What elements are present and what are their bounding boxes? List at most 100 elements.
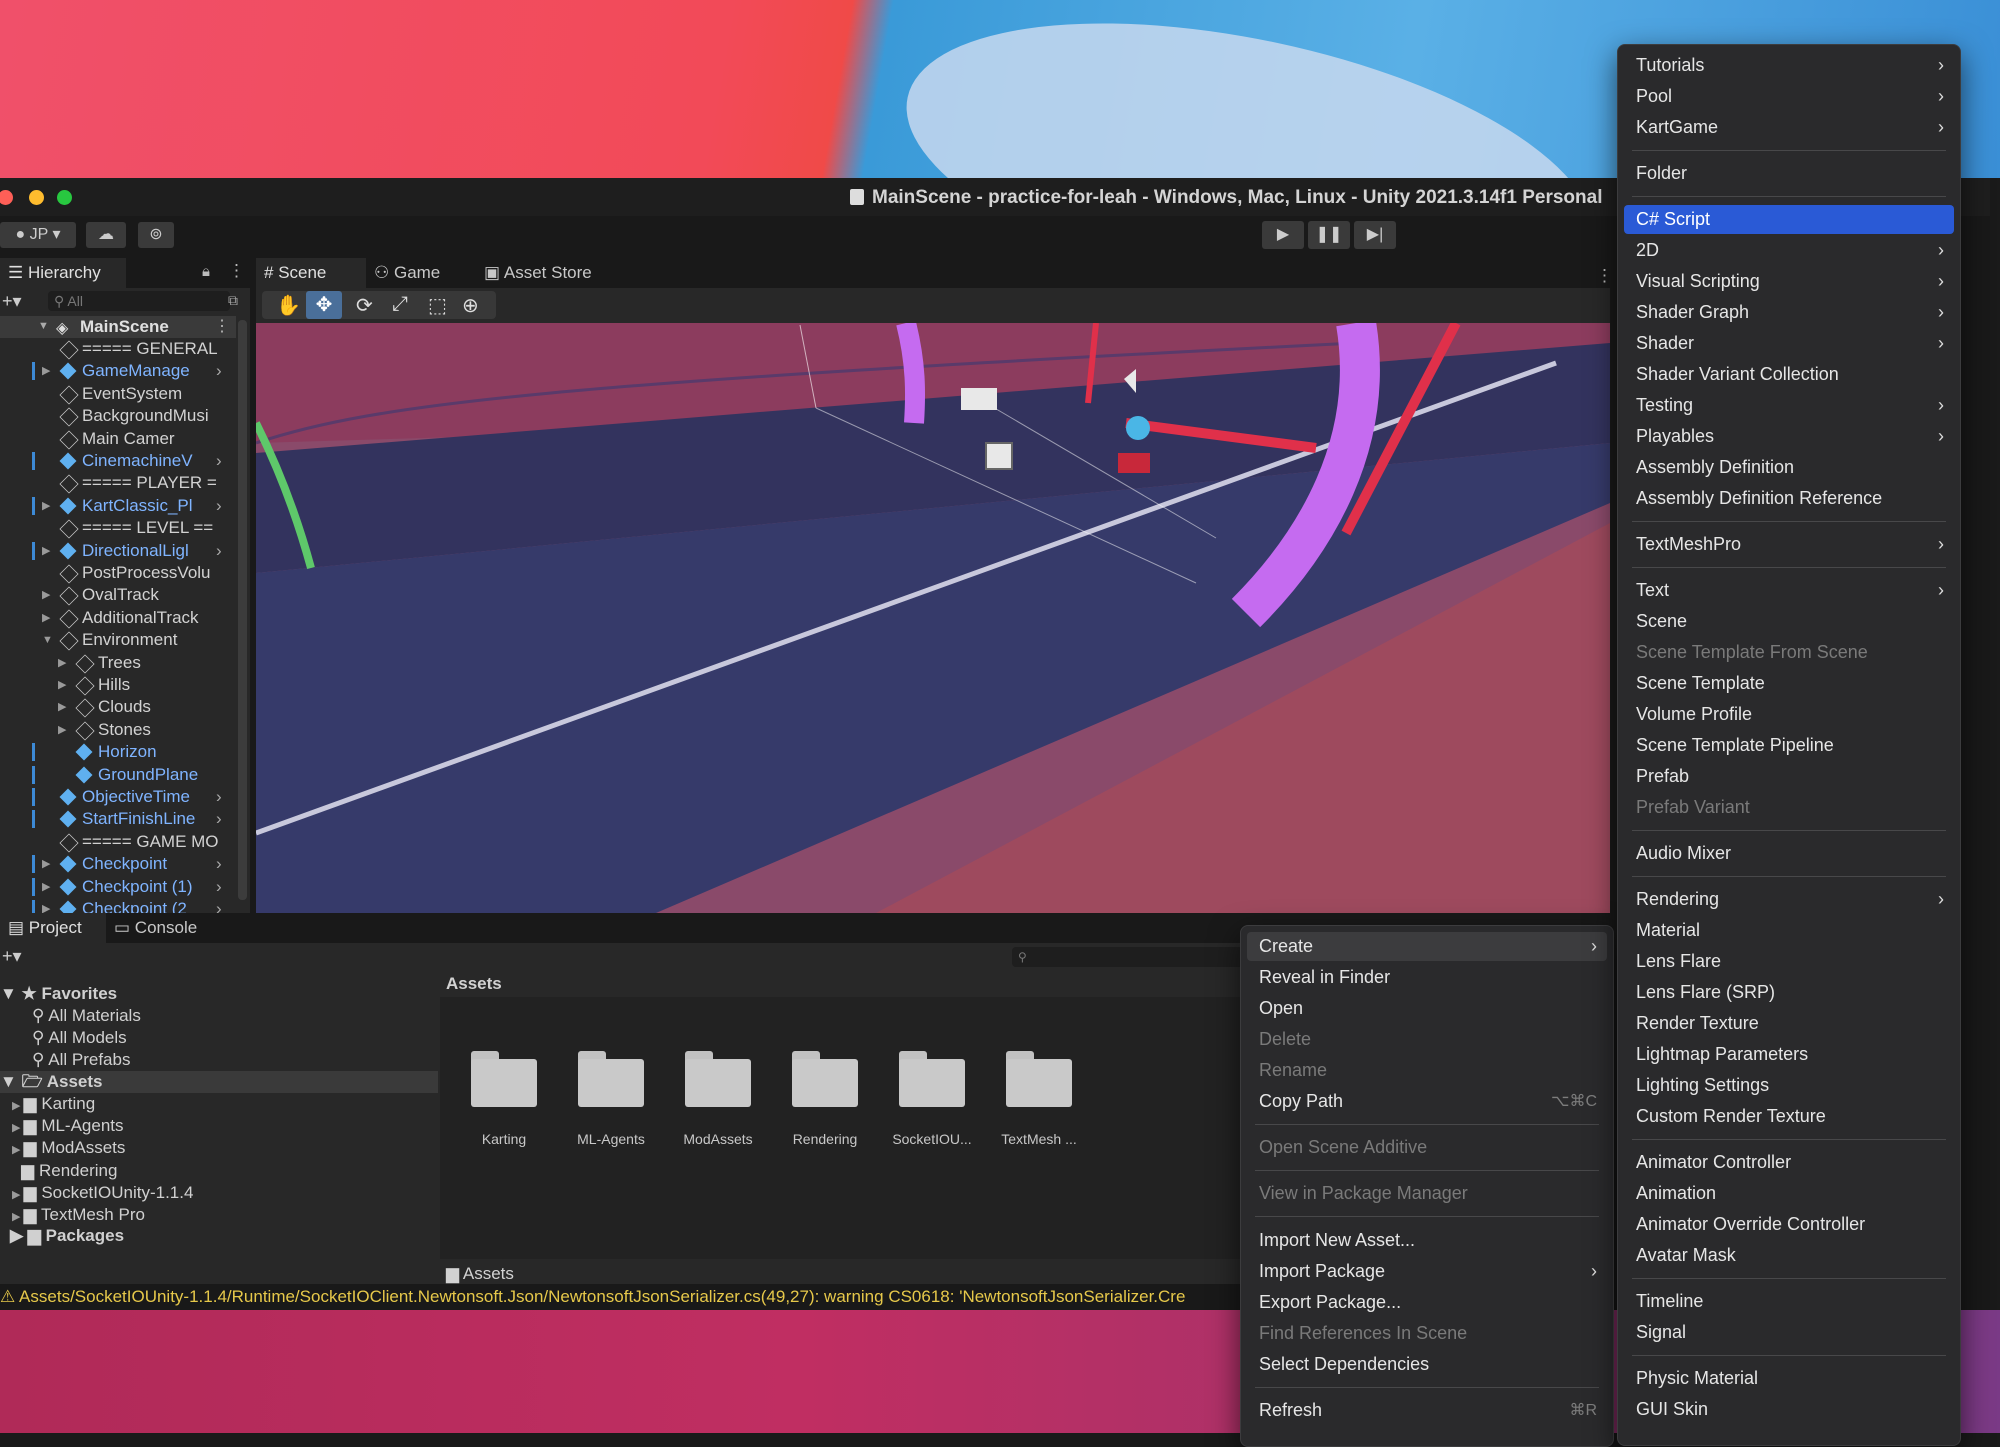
expand-arrow-icon[interactable]: ▶ xyxy=(58,719,66,741)
folder-tile[interactable]: TextMesh ... xyxy=(989,1051,1089,1147)
collapse-arrow-icon[interactable]: ▼ xyxy=(42,629,53,651)
menu-item-timeline[interactable]: Timeline xyxy=(1624,1287,1954,1316)
tab-scene[interactable]: # Scene xyxy=(256,258,366,288)
step-button[interactable]: ▶| xyxy=(1354,221,1396,249)
scene-more-icon[interactable]: ⋮ xyxy=(1596,266,1613,286)
prefab-open-chevron-icon[interactable]: › xyxy=(216,540,222,562)
prefab-open-chevron-icon[interactable]: › xyxy=(216,876,222,898)
asset-tree-folder[interactable]: ▶ ▆ ModAssets xyxy=(12,1137,125,1159)
menu-item-testing[interactable]: Testing › xyxy=(1624,391,1954,420)
menu-item-lightmap-parameters[interactable]: Lightmap Parameters xyxy=(1624,1040,1954,1069)
menu-item-tutorials[interactable]: Tutorials › xyxy=(1624,51,1954,80)
menu-item-reveal-in-finder[interactable]: Reveal in Finder xyxy=(1247,963,1607,992)
expand-arrow-icon[interactable]: ▶ xyxy=(12,1211,24,1223)
tab-console[interactable]: ▭ Console xyxy=(106,913,205,943)
hierarchy-item[interactable]: ObjectiveTime › xyxy=(0,786,235,808)
favorite-item[interactable]: ⚲ All Materials xyxy=(32,1005,141,1027)
menu-item-pool[interactable]: Pool › xyxy=(1624,82,1954,111)
menu-item-playables[interactable]: Playables › xyxy=(1624,422,1954,451)
account-dropdown[interactable]: ● JP ▾ xyxy=(0,222,76,248)
menu-item-refresh[interactable]: Refresh ⌘R xyxy=(1247,1396,1607,1425)
expand-arrow-icon[interactable]: ▶ xyxy=(58,696,66,718)
expand-arrow-icon[interactable]: ▶ xyxy=(12,1122,24,1134)
move-tool-icon[interactable]: ✥ xyxy=(306,291,342,319)
menu-item-csharp-script[interactable]: C# Script xyxy=(1624,205,1954,234)
menu-item-assembly-definition[interactable]: Assembly Definition xyxy=(1624,453,1954,482)
asset-tree-folder[interactable]: ▆ Rendering xyxy=(12,1160,117,1182)
hierarchy-item[interactable]: ▼ Environment xyxy=(0,629,235,651)
minimize-window-button[interactable] xyxy=(29,190,44,205)
menu-item-copy-path[interactable]: Copy Path ⌥⌘C xyxy=(1247,1087,1607,1116)
hierarchy-item[interactable]: ===== LEVEL == xyxy=(0,517,235,539)
expand-arrow-icon[interactable]: ▶ xyxy=(42,853,50,875)
favorite-item[interactable]: ⚲ All Models xyxy=(32,1027,127,1049)
hierarchy-item[interactable]: ▶ Checkpoint (2 › xyxy=(0,898,235,913)
prefab-open-chevron-icon[interactable]: › xyxy=(216,853,222,875)
pause-button[interactable]: ❚❚ xyxy=(1308,221,1350,249)
menu-item-physic-material[interactable]: Physic Material xyxy=(1624,1364,1954,1393)
hierarchy-item[interactable]: ▶ Stones xyxy=(0,719,235,741)
expand-arrow-icon[interactable]: ▶ xyxy=(12,1144,24,1156)
menu-item-scene-template[interactable]: Scene Template xyxy=(1624,669,1954,698)
hierarchy-item[interactable]: ▶ KartClassic_Pl › xyxy=(0,495,235,517)
menu-item-avatar-mask[interactable]: Avatar Mask xyxy=(1624,1241,1954,1270)
favorites-header[interactable]: ▼ ★ Favorites xyxy=(0,983,117,1005)
hierarchy-scrollbar[interactable] xyxy=(238,320,247,900)
folder-tile[interactable]: ML-Agents xyxy=(561,1051,661,1147)
hierarchy-item[interactable]: ▶ Checkpoint (1) › xyxy=(0,876,235,898)
menu-item-lighting-settings[interactable]: Lighting Settings xyxy=(1624,1071,1954,1100)
menu-item-select-dependencies[interactable]: Select Dependencies xyxy=(1247,1350,1607,1379)
menu-item-shader[interactable]: Shader › xyxy=(1624,329,1954,358)
hierarchy-item[interactable]: ▶ OvalTrack xyxy=(0,584,235,606)
scale-tool-icon[interactable]: ⤢ xyxy=(392,293,408,316)
asset-tree-folder[interactable]: ▶ ▆ ML-Agents xyxy=(12,1115,124,1137)
menu-item-shader-graph[interactable]: Shader Graph › xyxy=(1624,298,1954,327)
menu-item-kartgame[interactable]: KartGame › xyxy=(1624,113,1954,142)
menu-item-export-package[interactable]: Export Package... xyxy=(1247,1288,1607,1317)
menu-item-volume-profile[interactable]: Volume Profile xyxy=(1624,700,1954,729)
menu-item-lens-flare-srp[interactable]: Lens Flare (SRP) xyxy=(1624,978,1954,1007)
asset-tree-folder[interactable]: ▶ ▆ Karting xyxy=(12,1093,95,1115)
menu-item-material[interactable]: Material xyxy=(1624,916,1954,945)
hierarchy-item[interactable]: ▶ Hills xyxy=(0,674,235,696)
create-asset-button[interactable]: +▾ xyxy=(2,946,22,967)
packages-tree-root[interactable]: ▶ ▆ Packages xyxy=(10,1225,124,1247)
menu-item-animation[interactable]: Animation xyxy=(1624,1179,1954,1208)
menu-item-folder[interactable]: Folder xyxy=(1624,159,1954,188)
menu-item-animator-controller[interactable]: Animator Controller xyxy=(1624,1148,1954,1177)
hierarchy-item[interactable]: Horizon xyxy=(0,741,235,763)
more-options-icon[interactable]: ⋮ xyxy=(228,261,245,281)
prefab-open-chevron-icon[interactable]: › xyxy=(216,786,222,808)
expand-arrow-icon[interactable]: ▶ xyxy=(42,876,50,898)
tab-hierarchy[interactable]: ☰ Hierarchy xyxy=(0,258,126,288)
hierarchy-item[interactable]: GroundPlane xyxy=(0,764,235,786)
collab-icon[interactable]: ⊚ xyxy=(138,222,174,248)
play-button[interactable]: ▶ xyxy=(1262,221,1304,249)
expand-arrow-icon[interactable]: ▶ xyxy=(42,898,50,913)
hierarchy-item[interactable]: ===== PLAYER = xyxy=(0,472,235,494)
hierarchy-item[interactable]: ===== GAME MO xyxy=(0,831,235,853)
expand-arrow-icon[interactable]: ▶ xyxy=(12,1189,24,1201)
menu-item-scene-template-pipeline[interactable]: Scene Template Pipeline xyxy=(1624,731,1954,760)
menu-item-import-new-asset[interactable]: Import New Asset... xyxy=(1247,1226,1607,1255)
menu-item-custom-render-texture[interactable]: Custom Render Texture xyxy=(1624,1102,1954,1131)
menu-item-audio-mixer[interactable]: Audio Mixer xyxy=(1624,839,1954,868)
menu-item-gui-skin[interactable]: GUI Skin xyxy=(1624,1395,1954,1424)
close-window-button[interactable] xyxy=(0,190,13,205)
expand-arrow-icon[interactable]: ▶ xyxy=(42,495,50,517)
hierarchy-item[interactable]: ▶ Trees xyxy=(0,652,235,674)
hierarchy-item[interactable]: PostProcessVolu xyxy=(0,562,235,584)
folder-tile[interactable]: ModAssets xyxy=(668,1051,768,1147)
hierarchy-item[interactable]: Main Camer xyxy=(0,428,235,450)
hierarchy-item[interactable]: ▶ Clouds xyxy=(0,696,235,718)
asset-tree-folder[interactable]: ▶ ▆ SocketIOUnity-1.1.4 xyxy=(12,1182,193,1204)
scene-viewport[interactable] xyxy=(256,323,1610,913)
transform-tool-icon[interactable]: ⊕ xyxy=(462,293,479,318)
scene-header-row[interactable]: ▼ ◈ MainScene ⋮ xyxy=(0,316,236,338)
prefab-open-chevron-icon[interactable]: › xyxy=(216,808,222,830)
menu-item-render-texture[interactable]: Render Texture xyxy=(1624,1009,1954,1038)
menu-item-visual-scripting[interactable]: Visual Scripting › xyxy=(1624,267,1954,296)
hierarchy-item[interactable]: ▶ Checkpoint › xyxy=(0,853,235,875)
rotate-tool-icon[interactable]: ⟳ xyxy=(356,293,373,318)
tab-game[interactable]: ⚇ Game xyxy=(366,258,448,288)
